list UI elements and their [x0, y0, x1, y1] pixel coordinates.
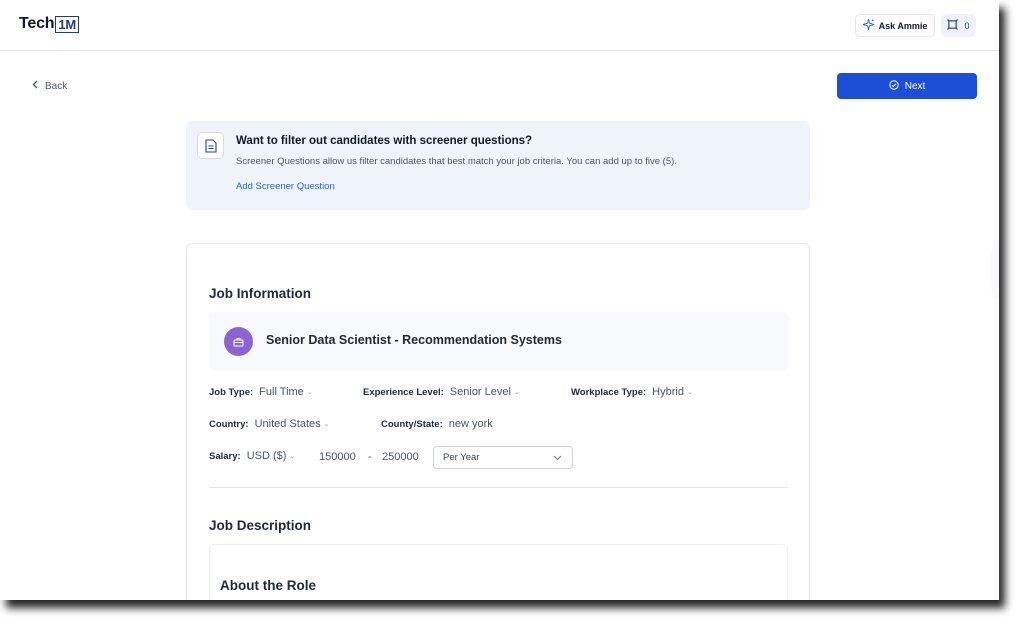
- logo-text: Tech: [19, 15, 55, 32]
- country-label: Country:: [209, 418, 249, 430]
- ask-ammie-label: Ask Ammie: [878, 20, 928, 31]
- app-window: Tech 1M Ask Ammie 0 Back Next Want to fi…: [0, 0, 999, 600]
- chevron-down-icon: [553, 455, 562, 461]
- logo-box: 1M: [55, 15, 80, 33]
- chevron-left-icon: [32, 80, 39, 92]
- experience-level-field[interactable]: Experience Level: Senior Level ⌄: [363, 386, 520, 398]
- salary-label: Salary:: [209, 450, 241, 462]
- experience-value: Senior Level: [449, 386, 511, 398]
- state-value: new york: [448, 418, 493, 430]
- chevron-down-icon: ⌄: [513, 389, 520, 396]
- check-circle-icon: [889, 79, 899, 93]
- screener-title: Want to filter out candidates with scree…: [236, 135, 533, 147]
- country-field[interactable]: Country: United States ⌄: [209, 418, 330, 430]
- workplace-label: Workplace Type:: [571, 386, 647, 398]
- about-role-heading: About the Role: [220, 578, 316, 593]
- edge-shadow: [990, 240, 999, 300]
- bell-icon: [947, 19, 959, 32]
- job-title: Senior Data Scientist - Recommendation S…: [266, 333, 562, 347]
- salary-period-select[interactable]: Per Year: [433, 446, 573, 469]
- job-type-label: Job Type:: [209, 386, 254, 398]
- back-link[interactable]: Back: [32, 80, 67, 92]
- salary-separator: -: [368, 451, 372, 463]
- screener-description: Screener Questions allow us filter candi…: [236, 156, 677, 167]
- salary-max[interactable]: 250000: [382, 451, 419, 463]
- chevron-down-icon: ⌄: [323, 421, 330, 428]
- notifications-button[interactable]: 0: [941, 14, 976, 37]
- salary-period-value: Per Year: [443, 452, 480, 463]
- section-divider: [209, 487, 788, 488]
- job-type-value: Full Time: [259, 386, 304, 398]
- ask-ammie-button[interactable]: Ask Ammie: [855, 14, 935, 37]
- workplace-value: Hybrid: [652, 386, 684, 398]
- currency-value: USD ($): [246, 450, 287, 462]
- back-label: Back: [45, 80, 68, 92]
- chevron-down-icon: ⌄: [289, 453, 296, 460]
- state-field[interactable]: County/State: new york: [381, 418, 493, 430]
- top-bar: Tech 1M Ask Ammie 0: [0, 0, 999, 51]
- job-description-heading: Job Description: [209, 518, 312, 533]
- next-label: Next: [904, 80, 926, 92]
- document-icon: [197, 132, 224, 159]
- chevron-down-icon: ⌄: [306, 389, 313, 396]
- briefcase-icon: [224, 327, 253, 356]
- state-label: County/State:: [381, 418, 443, 430]
- job-description-editor[interactable]: About the Role: [209, 544, 788, 600]
- chevron-down-icon: ⌄: [686, 389, 693, 396]
- job-type-field[interactable]: Job Type: Full Time ⌄: [209, 386, 313, 398]
- screener-banner: Want to filter out candidates with scree…: [186, 121, 810, 210]
- salary-min[interactable]: 150000: [319, 451, 356, 463]
- sparkle-icon: [861, 18, 876, 32]
- next-button[interactable]: Next: [837, 73, 977, 99]
- salary-field[interactable]: Salary: USD ($) ⌄: [209, 450, 295, 462]
- job-card: Job Information Senior Data Scientist - …: [186, 243, 810, 600]
- job-header: Senior Data Scientist - Recommendation S…: [209, 312, 788, 370]
- logo[interactable]: Tech 1M: [19, 15, 80, 33]
- experience-label: Experience Level:: [363, 386, 444, 398]
- notification-count: 0: [964, 20, 970, 31]
- job-information-heading: Job Information: [209, 286, 311, 301]
- country-value: United States: [254, 418, 321, 430]
- workplace-type-field[interactable]: Workplace Type: Hybrid ⌄: [571, 386, 693, 398]
- add-screener-question-link[interactable]: Add Screener Question: [236, 181, 335, 192]
